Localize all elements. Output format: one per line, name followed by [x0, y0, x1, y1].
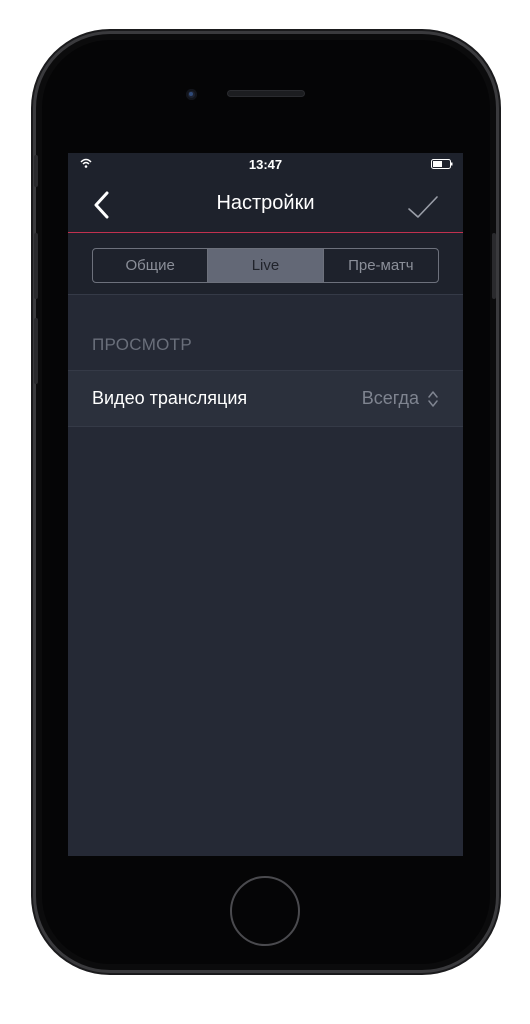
tab-bar: Общие Live Пре-матч	[68, 233, 463, 295]
row-label: Видео трансляция	[92, 388, 248, 408]
tab-prematch[interactable]: Пре-матч	[324, 249, 438, 282]
silent-switch	[34, 155, 38, 187]
home-button[interactable]	[230, 876, 300, 946]
battery-icon	[431, 159, 453, 169]
section-header: ПРОСМОТР	[92, 335, 193, 354]
volume-down-button	[34, 318, 38, 384]
tab-general[interactable]: Общие	[93, 249, 209, 282]
earpiece-speaker	[227, 90, 305, 97]
front-camera	[186, 89, 197, 100]
status-bar: 13:47	[68, 153, 463, 175]
status-time: 13:47	[248, 157, 283, 172]
updown-chevron-icon[interactable]	[427, 389, 439, 409]
video-stream-row[interactable]: Видео трансляция Всегда	[68, 370, 463, 427]
power-button	[492, 233, 496, 299]
page-title: Настройки	[216, 192, 315, 214]
app-screen: 13:47 Настройки Общие Live Пре-матч ПРОС…	[68, 153, 463, 856]
segmented-control: Общие Live Пре-матч	[92, 248, 439, 283]
checkmark-icon[interactable]	[407, 195, 439, 219]
volume-up-button	[34, 233, 38, 299]
tab-live[interactable]: Live	[208, 249, 324, 282]
navigation-bar: Настройки	[68, 175, 463, 233]
row-value[interactable]: Всегда	[362, 388, 419, 409]
